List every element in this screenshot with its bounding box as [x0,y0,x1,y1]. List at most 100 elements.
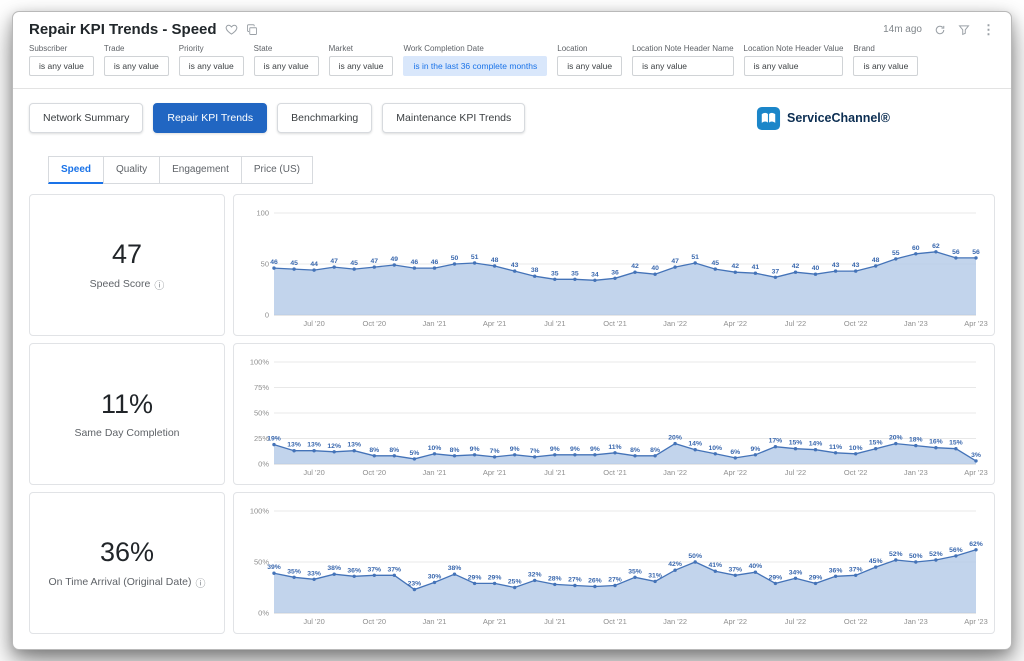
svg-text:75%: 75% [254,383,269,392]
svg-text:14%: 14% [809,441,823,448]
svg-text:Apr '21: Apr '21 [483,468,507,477]
filter-value-dropdown[interactable]: is in the last 36 complete months [403,56,547,76]
svg-text:50%: 50% [688,553,702,560]
filter-label: Work Completion Date [403,44,547,53]
svg-text:51: 51 [471,254,479,261]
svg-text:35%: 35% [628,568,642,575]
filter-value-dropdown[interactable]: is any value [744,56,844,76]
svg-text:Apr '22: Apr '22 [724,468,748,477]
svg-text:34: 34 [591,271,599,278]
svg-text:0%: 0% [258,609,269,618]
filter-value-dropdown[interactable]: is any value [853,56,918,76]
tab-engagement[interactable]: Engagement [159,156,242,184]
svg-text:Oct '21: Oct '21 [603,468,627,477]
filter-value-dropdown[interactable]: is any value [254,56,319,76]
svg-text:50: 50 [451,255,459,262]
svg-text:Jul '20: Jul '20 [303,468,324,477]
svg-text:Jan '22: Jan '22 [663,468,687,477]
header-actions: 14m ago ⋮ [883,23,995,36]
svg-text:46: 46 [431,259,439,266]
kpi-rows: 47Speed Scoreⓘ050100Jul '20Oct '20Jan '2… [13,184,1011,646]
filter-label: Location Note Header Name [632,44,733,53]
kebab-menu-icon[interactable]: ⋮ [982,23,995,36]
svg-text:43: 43 [852,262,860,269]
favorite-heart-icon[interactable] [225,23,238,36]
nav-button-network-summary[interactable]: Network Summary [29,103,143,133]
tab-quality[interactable]: Quality [103,156,160,184]
copy-icon[interactable] [246,24,258,36]
svg-text:55: 55 [892,250,900,257]
same-day-completion-trend-chart: 0%25%50%75%100%Jul '20Oct '20Jan '21Apr … [240,349,988,479]
kpi-card: 36%On Time Arrival (Original Date)ⓘ [29,492,225,634]
svg-text:7%: 7% [490,448,500,455]
filter-label: Location Note Header Value [744,44,844,53]
nav-button-benchmarking[interactable]: Benchmarking [277,103,372,133]
svg-text:9%: 9% [510,446,520,453]
tab-price-us[interactable]: Price (US) [241,156,313,184]
svg-text:45: 45 [712,260,720,267]
filter-toggle-icon[interactable] [958,24,970,36]
svg-text:50%: 50% [909,553,923,560]
svg-text:42: 42 [792,263,800,270]
nav-buttons: Network Summary Repair KPI Trends Benchmar… [29,103,525,133]
svg-text:47: 47 [371,258,379,265]
filter-work-completion-date: Work Completion Date is in the last 36 co… [403,44,547,76]
filter-subscriber: Subscriberis any value [29,44,94,76]
svg-text:Oct '20: Oct '20 [363,468,387,477]
svg-text:31%: 31% [648,572,662,579]
svg-text:37%: 37% [367,566,381,573]
filter-state: Stateis any value [254,44,319,76]
svg-text:38: 38 [531,267,539,274]
svg-text:Oct '20: Oct '20 [363,319,387,328]
filter-value-dropdown[interactable]: is any value [329,56,394,76]
svg-text:7%: 7% [530,448,540,455]
svg-text:8%: 8% [450,447,460,454]
svg-text:10%: 10% [428,445,442,452]
svg-text:47: 47 [671,258,679,265]
svg-text:27%: 27% [568,577,582,584]
svg-text:Oct '22: Oct '22 [844,468,868,477]
kpi-value: 36% [100,537,154,568]
svg-text:56%: 56% [949,547,963,554]
nav-button-maintenance-kpi-trends[interactable]: Maintenance KPI Trends [382,103,525,133]
svg-text:35%: 35% [287,568,301,575]
svg-text:Apr '22: Apr '22 [724,319,748,328]
svg-text:62%: 62% [969,541,983,548]
svg-text:Jan '21: Jan '21 [423,319,447,328]
kpi-label: Speed Scoreⓘ [84,277,171,292]
filter-label: Brand [853,44,918,53]
filter-value-dropdown[interactable]: is any value [557,56,622,76]
svg-text:42%: 42% [668,561,682,568]
svg-text:38%: 38% [327,565,341,572]
filter-location: Locationis any value [557,44,622,76]
dashboard-header: Repair KPI Trends - Speed 14m ago ⋮ [13,12,1011,40]
filter-value-dropdown[interactable]: is any value [632,56,733,76]
tab-speed[interactable]: Speed [48,156,104,184]
chart-card: 0%25%50%75%100%Jul '20Oct '20Jan '21Apr … [233,343,995,485]
info-icon[interactable]: ⓘ [195,575,205,590]
svg-text:47: 47 [330,258,338,265]
svg-text:Jul '21: Jul '21 [544,319,565,328]
svg-text:60: 60 [912,245,920,252]
filter-value-dropdown[interactable]: is any value [179,56,244,76]
svg-text:Jan '23: Jan '23 [904,617,928,626]
svg-text:39%: 39% [267,564,281,571]
svg-text:23%: 23% [408,581,422,588]
svg-text:8%: 8% [650,447,660,454]
filter-value-dropdown[interactable]: is any value [104,56,169,76]
svg-text:19%: 19% [267,436,281,443]
info-icon[interactable]: ⓘ [154,277,164,292]
svg-text:46: 46 [411,259,419,266]
filter-value-dropdown[interactable]: is any value [29,56,94,76]
refresh-icon[interactable] [934,24,946,36]
filter-brand: Brand is any value [853,44,918,76]
svg-text:Apr '21: Apr '21 [483,319,507,328]
on-time-arrival-trend-chart: 0%50%100%Jul '20Oct '20Jan '21Apr '21Jul… [240,498,988,628]
svg-text:20%: 20% [668,435,682,442]
svg-text:Oct '20: Oct '20 [363,617,387,626]
svg-text:Jan '22: Jan '22 [663,617,687,626]
nav-button-repair-kpi-trends[interactable]: Repair KPI Trends [153,103,267,133]
svg-text:29%: 29% [809,574,823,581]
svg-text:49: 49 [391,256,399,263]
svg-text:Jan '21: Jan '21 [423,617,447,626]
